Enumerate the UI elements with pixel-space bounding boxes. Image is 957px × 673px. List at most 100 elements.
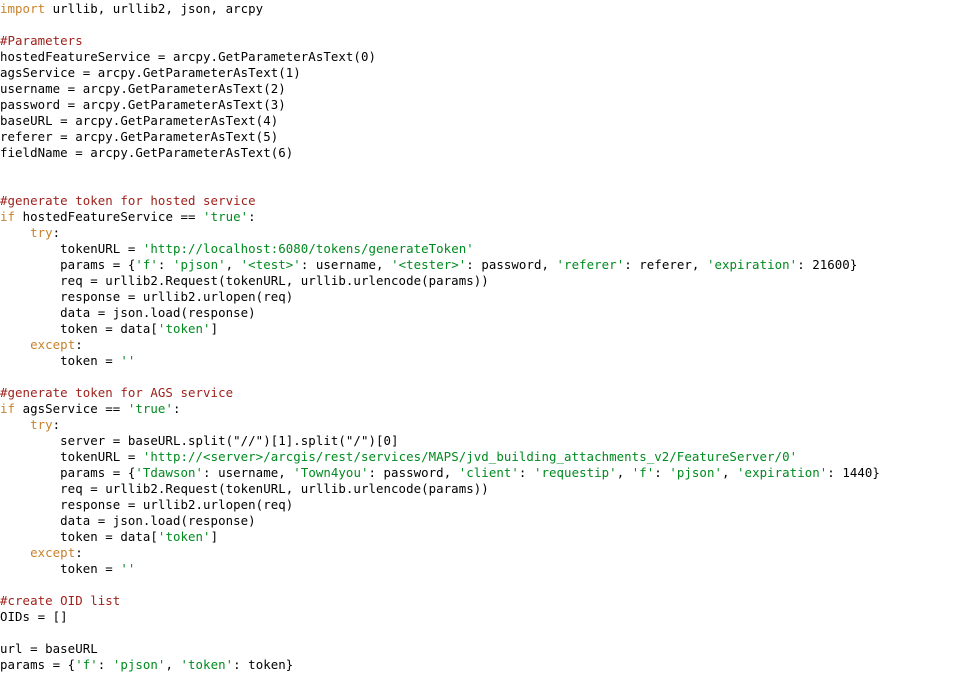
code-line: token = '' — [0, 353, 957, 369]
code-token-plain: : — [157, 257, 173, 272]
code-line: req = urllib2.Request(tokenURL, urllib.u… — [0, 273, 957, 289]
code-line: data = json.load(response) — [0, 513, 957, 529]
code-token-string: 'expiration' — [706, 257, 798, 272]
code-line: #create OID list — [0, 593, 957, 609]
code-line: import urllib, urllib2, json, arcpy — [0, 1, 957, 17]
code-token-plain: : — [52, 225, 61, 240]
code-line: params = {'f': 'pjson', '<test>': userna… — [0, 257, 957, 273]
code-token-string: 'referer' — [556, 257, 625, 272]
code-token-plain: params = { — [0, 465, 136, 480]
code-token-plain: req = urllib2.Request(tokenURL, urllib.u… — [0, 481, 489, 496]
code-line: params = {'Tdawson': username, 'Town4you… — [0, 465, 957, 481]
code-token-plain: url = baseURL — [0, 641, 98, 656]
code-line: url = baseURL — [0, 641, 957, 657]
code-token-string: 'true' — [127, 401, 173, 416]
code-token-comment: #Parameters — [0, 33, 83, 48]
code-token-plain: : — [248, 209, 256, 224]
code-token-plain: : referer, — [624, 257, 707, 272]
code-token-string: '' — [120, 561, 136, 576]
code-line: try: — [0, 225, 957, 241]
code-line: if hostedFeatureService == 'true': — [0, 209, 957, 225]
code-token-plain: : — [52, 417, 61, 432]
code-token-string: 'http://localhost:6080/tokens/generateTo… — [142, 241, 474, 256]
code-token-string: 'f' — [135, 257, 158, 272]
code-token-plain: token = data[ — [0, 529, 158, 544]
code-line: data = json.load(response) — [0, 305, 957, 321]
code-token-plain: : password, — [368, 465, 459, 480]
code-token-plain: req = urllib2.Request(tokenURL, urllib.u… — [0, 273, 489, 288]
code-token-plain: : — [97, 657, 113, 672]
code-token-plain: : username, — [203, 465, 294, 480]
code-token-string: 'Tdawson' — [135, 465, 204, 480]
code-token-plain: fieldName = arcpy.GetParameterAsText(6) — [0, 145, 294, 160]
code-token-plain: : 1440} — [827, 465, 880, 480]
code-token-plain: tokenURL = — [0, 449, 143, 464]
code-token-plain: password = arcpy.GetParameterAsText(3) — [0, 97, 286, 112]
code-token-plain: : — [172, 401, 181, 416]
code-token-plain: OIDs = [] — [0, 609, 68, 624]
code-token-string: '<tester>' — [391, 257, 467, 272]
code-token-plain: , — [165, 657, 181, 672]
code-token-kw: try — [30, 225, 53, 240]
code-line: if agsService == 'true': — [0, 401, 957, 417]
code-line: hostedFeatureService = arcpy.GetParamete… — [0, 49, 957, 65]
code-token-string: 'pjson' — [112, 657, 166, 672]
code-line: server = baseURL.split("//")[1].split("/… — [0, 433, 957, 449]
code-token-string: 'token' — [157, 529, 211, 544]
code-token-kw: if — [0, 209, 16, 224]
code-token-string: 'true' — [203, 209, 249, 224]
code-line: response = urllib2.urlopen(req) — [0, 289, 957, 305]
code-line: except: — [0, 337, 957, 353]
code-line: except: — [0, 545, 957, 561]
code-token-plain: , — [225, 257, 241, 272]
code-line: username = arcpy.GetParameterAsText(2) — [0, 81, 957, 97]
code-token-plain: hostedFeatureService == — [15, 209, 204, 224]
code-line: req = urllib2.Request(tokenURL, urllib.u… — [0, 481, 957, 497]
code-token-plain: params = { — [0, 657, 76, 672]
code-token-plain: referer = arcpy.GetParameterAsText(5) — [0, 129, 279, 144]
code-token-plain: params = { — [0, 257, 136, 272]
code-token-string: 'expiration' — [737, 465, 828, 480]
code-line: fieldName = arcpy.GetParameterAsText(6) — [0, 145, 957, 161]
code-token-comment: #create OID list — [0, 593, 121, 608]
code-editor-view[interactable]: import urllib, urllib2, json, arcpy #Par… — [0, 1, 957, 672]
code-line: password = arcpy.GetParameterAsText(3) — [0, 97, 957, 113]
code-token-kw: try — [30, 417, 53, 432]
code-token-string: '<test>' — [240, 257, 301, 272]
code-token-plain: : password, — [466, 257, 557, 272]
code-token-string: 'f' — [631, 465, 655, 480]
code-token-plain: : 21600} — [797, 257, 858, 272]
code-line: tokenURL = 'http://localhost:6080/tokens… — [0, 241, 957, 257]
code-token-string: 'requestip' — [533, 465, 617, 480]
code-token-plain: data = json.load(response) — [0, 513, 256, 528]
code-token-plain: tokenURL = — [0, 241, 143, 256]
code-line: token = data['token'] — [0, 529, 957, 545]
code-token-plain: , — [616, 465, 632, 480]
code-token-plain: agsService == — [15, 401, 128, 416]
code-token-plain: : — [654, 465, 670, 480]
code-line: #Parameters — [0, 33, 957, 49]
code-token-kw: except — [30, 545, 76, 560]
code-line: tokenURL = 'http://<server>/arcgis/rest/… — [0, 449, 957, 465]
code-token-plain: agsService = arcpy.GetParameterAsText(1) — [0, 65, 301, 80]
code-token-plain: token = — [0, 561, 121, 576]
code-token-plain: token = data[ — [0, 321, 158, 336]
code-token-plain: token = — [0, 353, 121, 368]
code-token-string: 'token' — [180, 657, 234, 672]
code-line: try: — [0, 417, 957, 433]
code-token-plain: ] — [210, 529, 219, 544]
code-token-string: 'client' — [458, 465, 519, 480]
code-token-comment: #generate token for AGS service — [0, 385, 234, 400]
code-line: response = urllib2.urlopen(req) — [0, 497, 957, 513]
code-token-kw: except — [30, 337, 76, 352]
code-token-plain: , — [721, 465, 738, 480]
code-token-plain: : token} — [233, 657, 294, 672]
